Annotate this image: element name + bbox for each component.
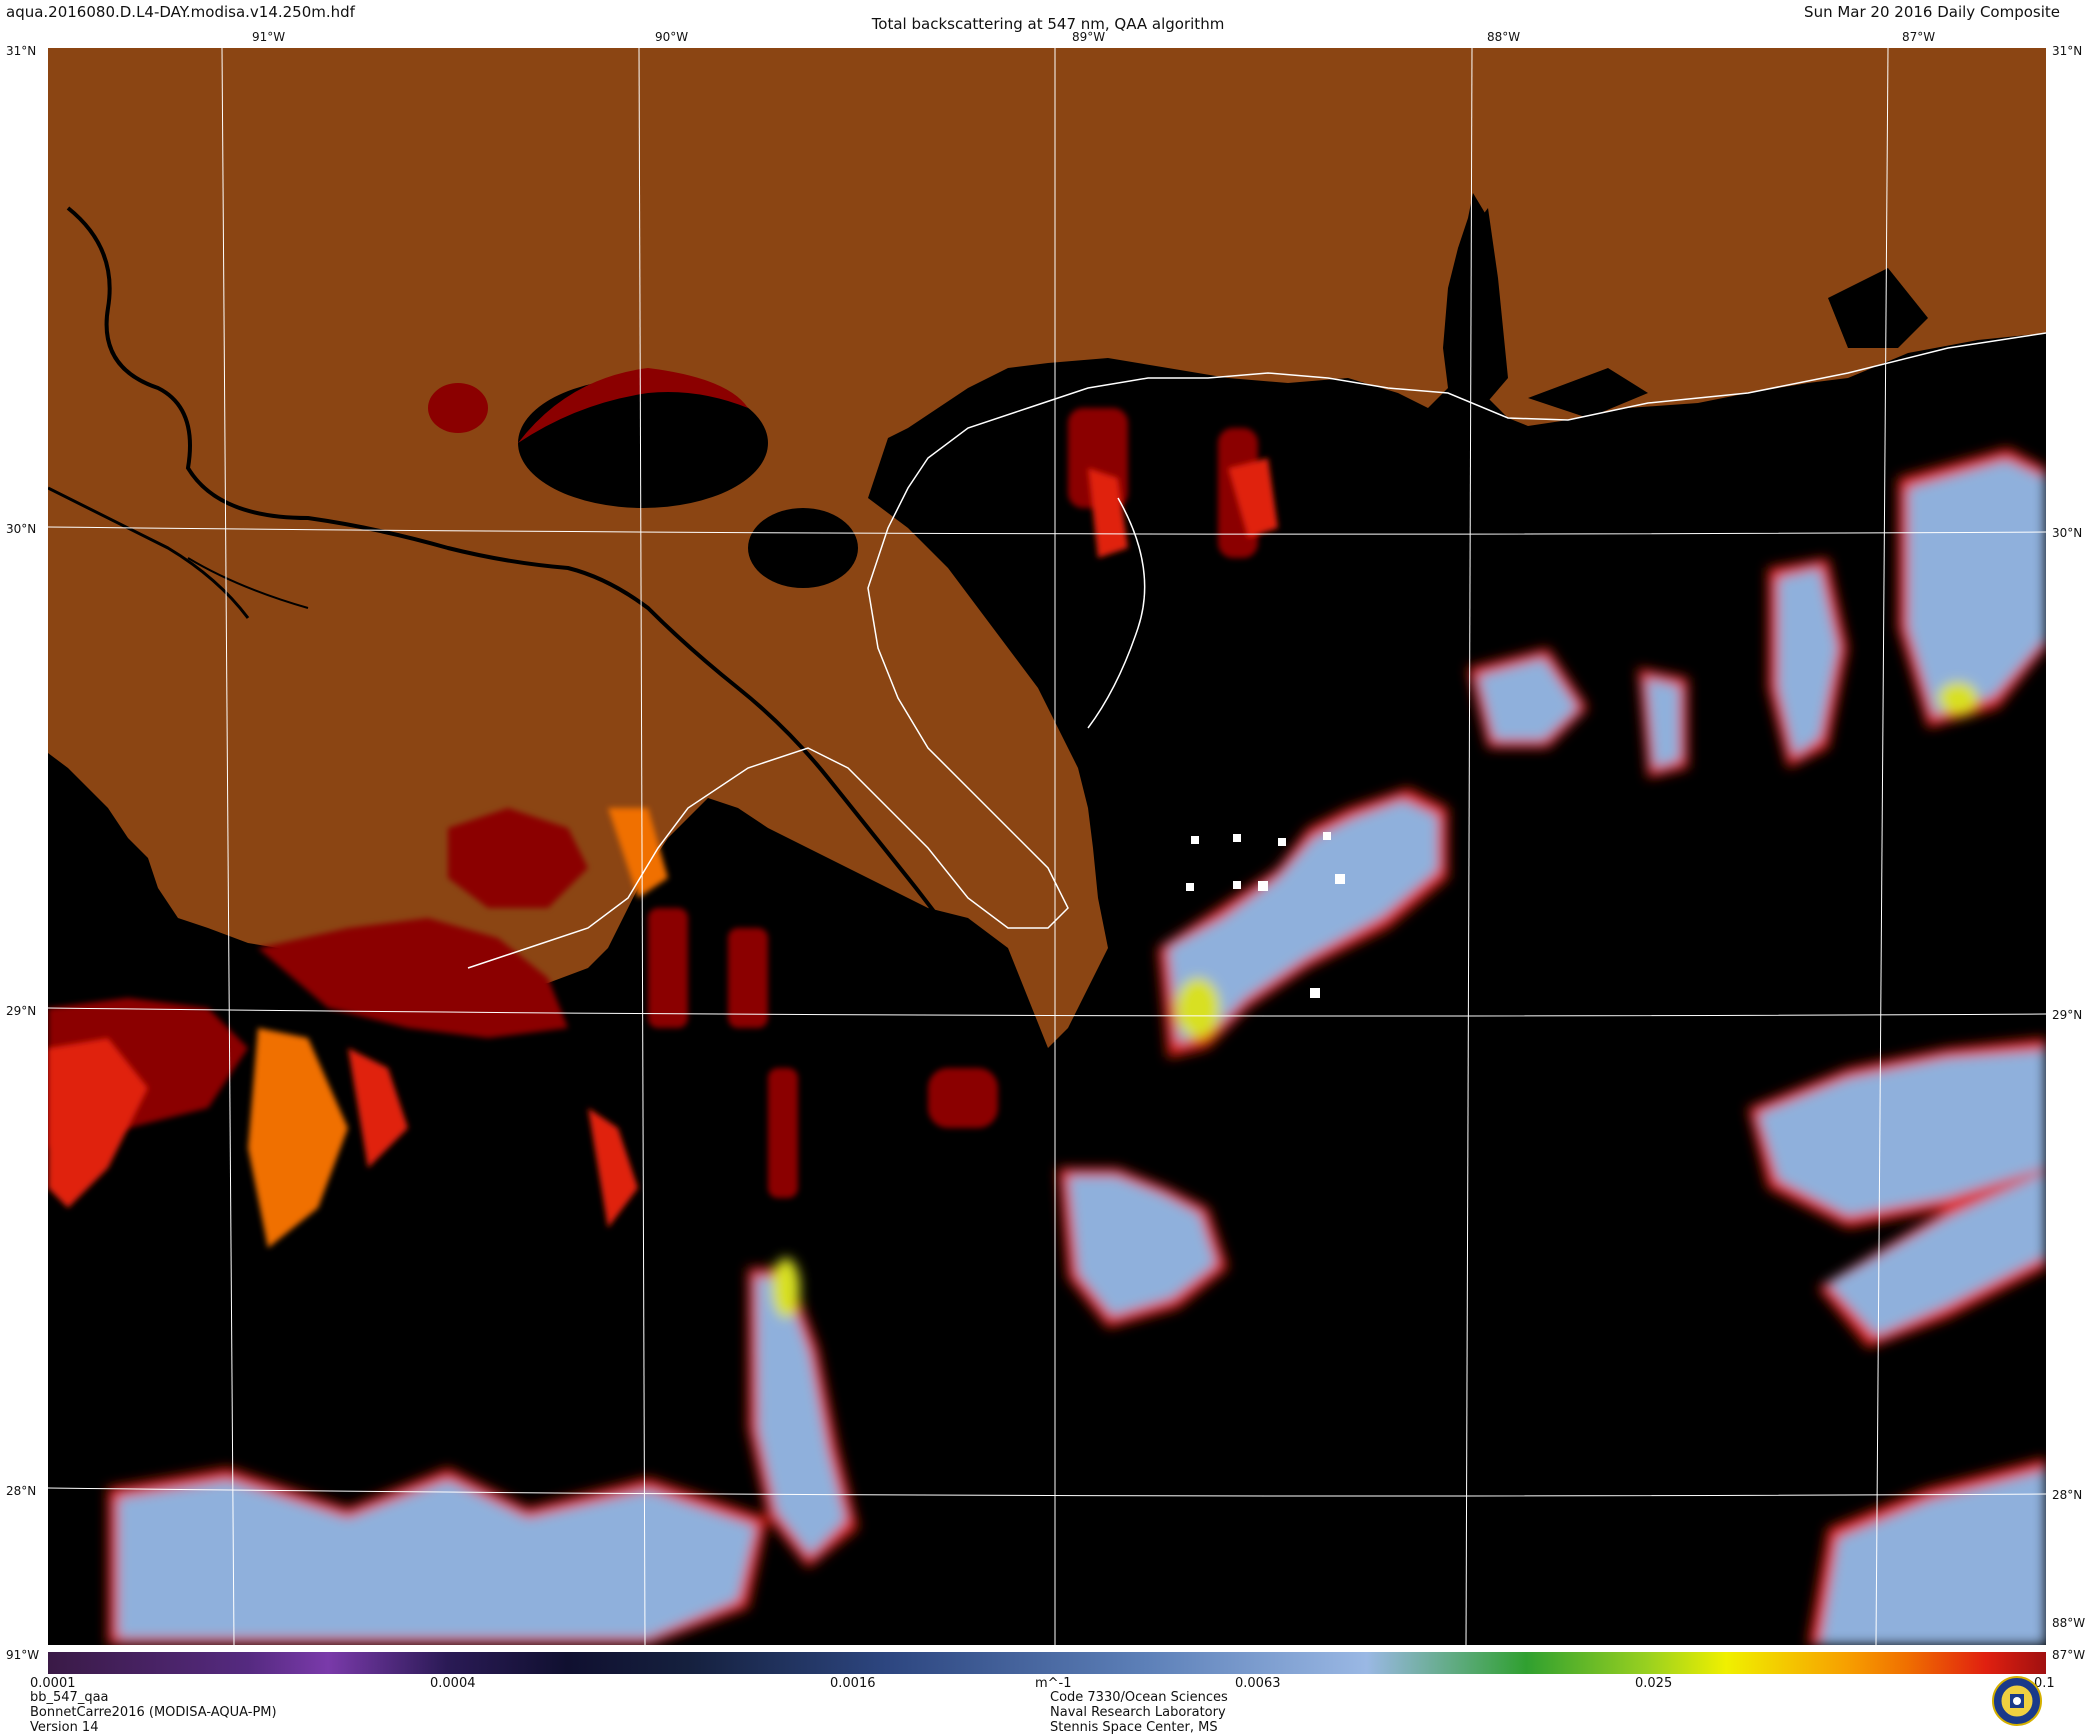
lake-maurepas bbox=[428, 383, 488, 433]
corner-label-right-lower: 88°W bbox=[2052, 1616, 2086, 1630]
colorbar-tick-2: 0.0016 bbox=[830, 1676, 876, 1691]
org-name: Naval Research Laboratory bbox=[1050, 1705, 1226, 1720]
lat-label-28n-right: 28°N bbox=[2052, 1488, 2083, 1502]
org-code: Code 7330/Ocean Sciences bbox=[1050, 1690, 1228, 1705]
lon-label-88w: 88°W bbox=[1487, 30, 1521, 44]
composite-date-label: Sun Mar 20 2016 Daily Composite bbox=[1804, 3, 2060, 21]
colorbar-tick-1: 0.0004 bbox=[430, 1676, 476, 1691]
corner-label-top-right: 31°N bbox=[2052, 44, 2083, 58]
corner-label-bottom-left: 91°W bbox=[6, 1648, 40, 1662]
lat-label-28n-left: 28°N bbox=[6, 1484, 37, 1498]
lon-label-90w: 90°W bbox=[655, 30, 689, 44]
lat-label-29n-left: 29°N bbox=[6, 1004, 37, 1018]
dataset-name: BonnetCarre2016 (MODISA-AQUA-PM) bbox=[30, 1705, 277, 1720]
lat-label-29n-right: 29°N bbox=[2052, 1008, 2083, 1022]
lon-label-91w: 91°W bbox=[252, 30, 286, 44]
satellite-map bbox=[48, 48, 2046, 1645]
map-canvas bbox=[48, 48, 2046, 1645]
colorbar-tick-4: 0.025 bbox=[1635, 1676, 1673, 1691]
lon-label-87w: 87°W bbox=[1902, 30, 1936, 44]
nrl-seal-icon bbox=[1992, 1676, 2042, 1726]
lat-label-30n-right: 30°N bbox=[2052, 526, 2083, 540]
colorbar bbox=[48, 1652, 2046, 1674]
lake-borgne bbox=[748, 508, 858, 588]
product-name: bb_547_qaa bbox=[30, 1690, 109, 1705]
version-label: Version 14 bbox=[30, 1720, 99, 1735]
lat-label-30n-left: 30°N bbox=[6, 522, 37, 536]
corner-label-top-left: 31°N bbox=[6, 44, 37, 58]
corner-label-bottom-right: 87°W bbox=[2052, 1648, 2086, 1662]
lon-label-89w: 89°W bbox=[1072, 30, 1106, 44]
map-title: Total backscattering at 547 nm, QAA algo… bbox=[871, 15, 1225, 33]
colorbar-tick-3: 0.0063 bbox=[1235, 1676, 1281, 1691]
org-location: Stennis Space Center, MS bbox=[1050, 1720, 1218, 1735]
